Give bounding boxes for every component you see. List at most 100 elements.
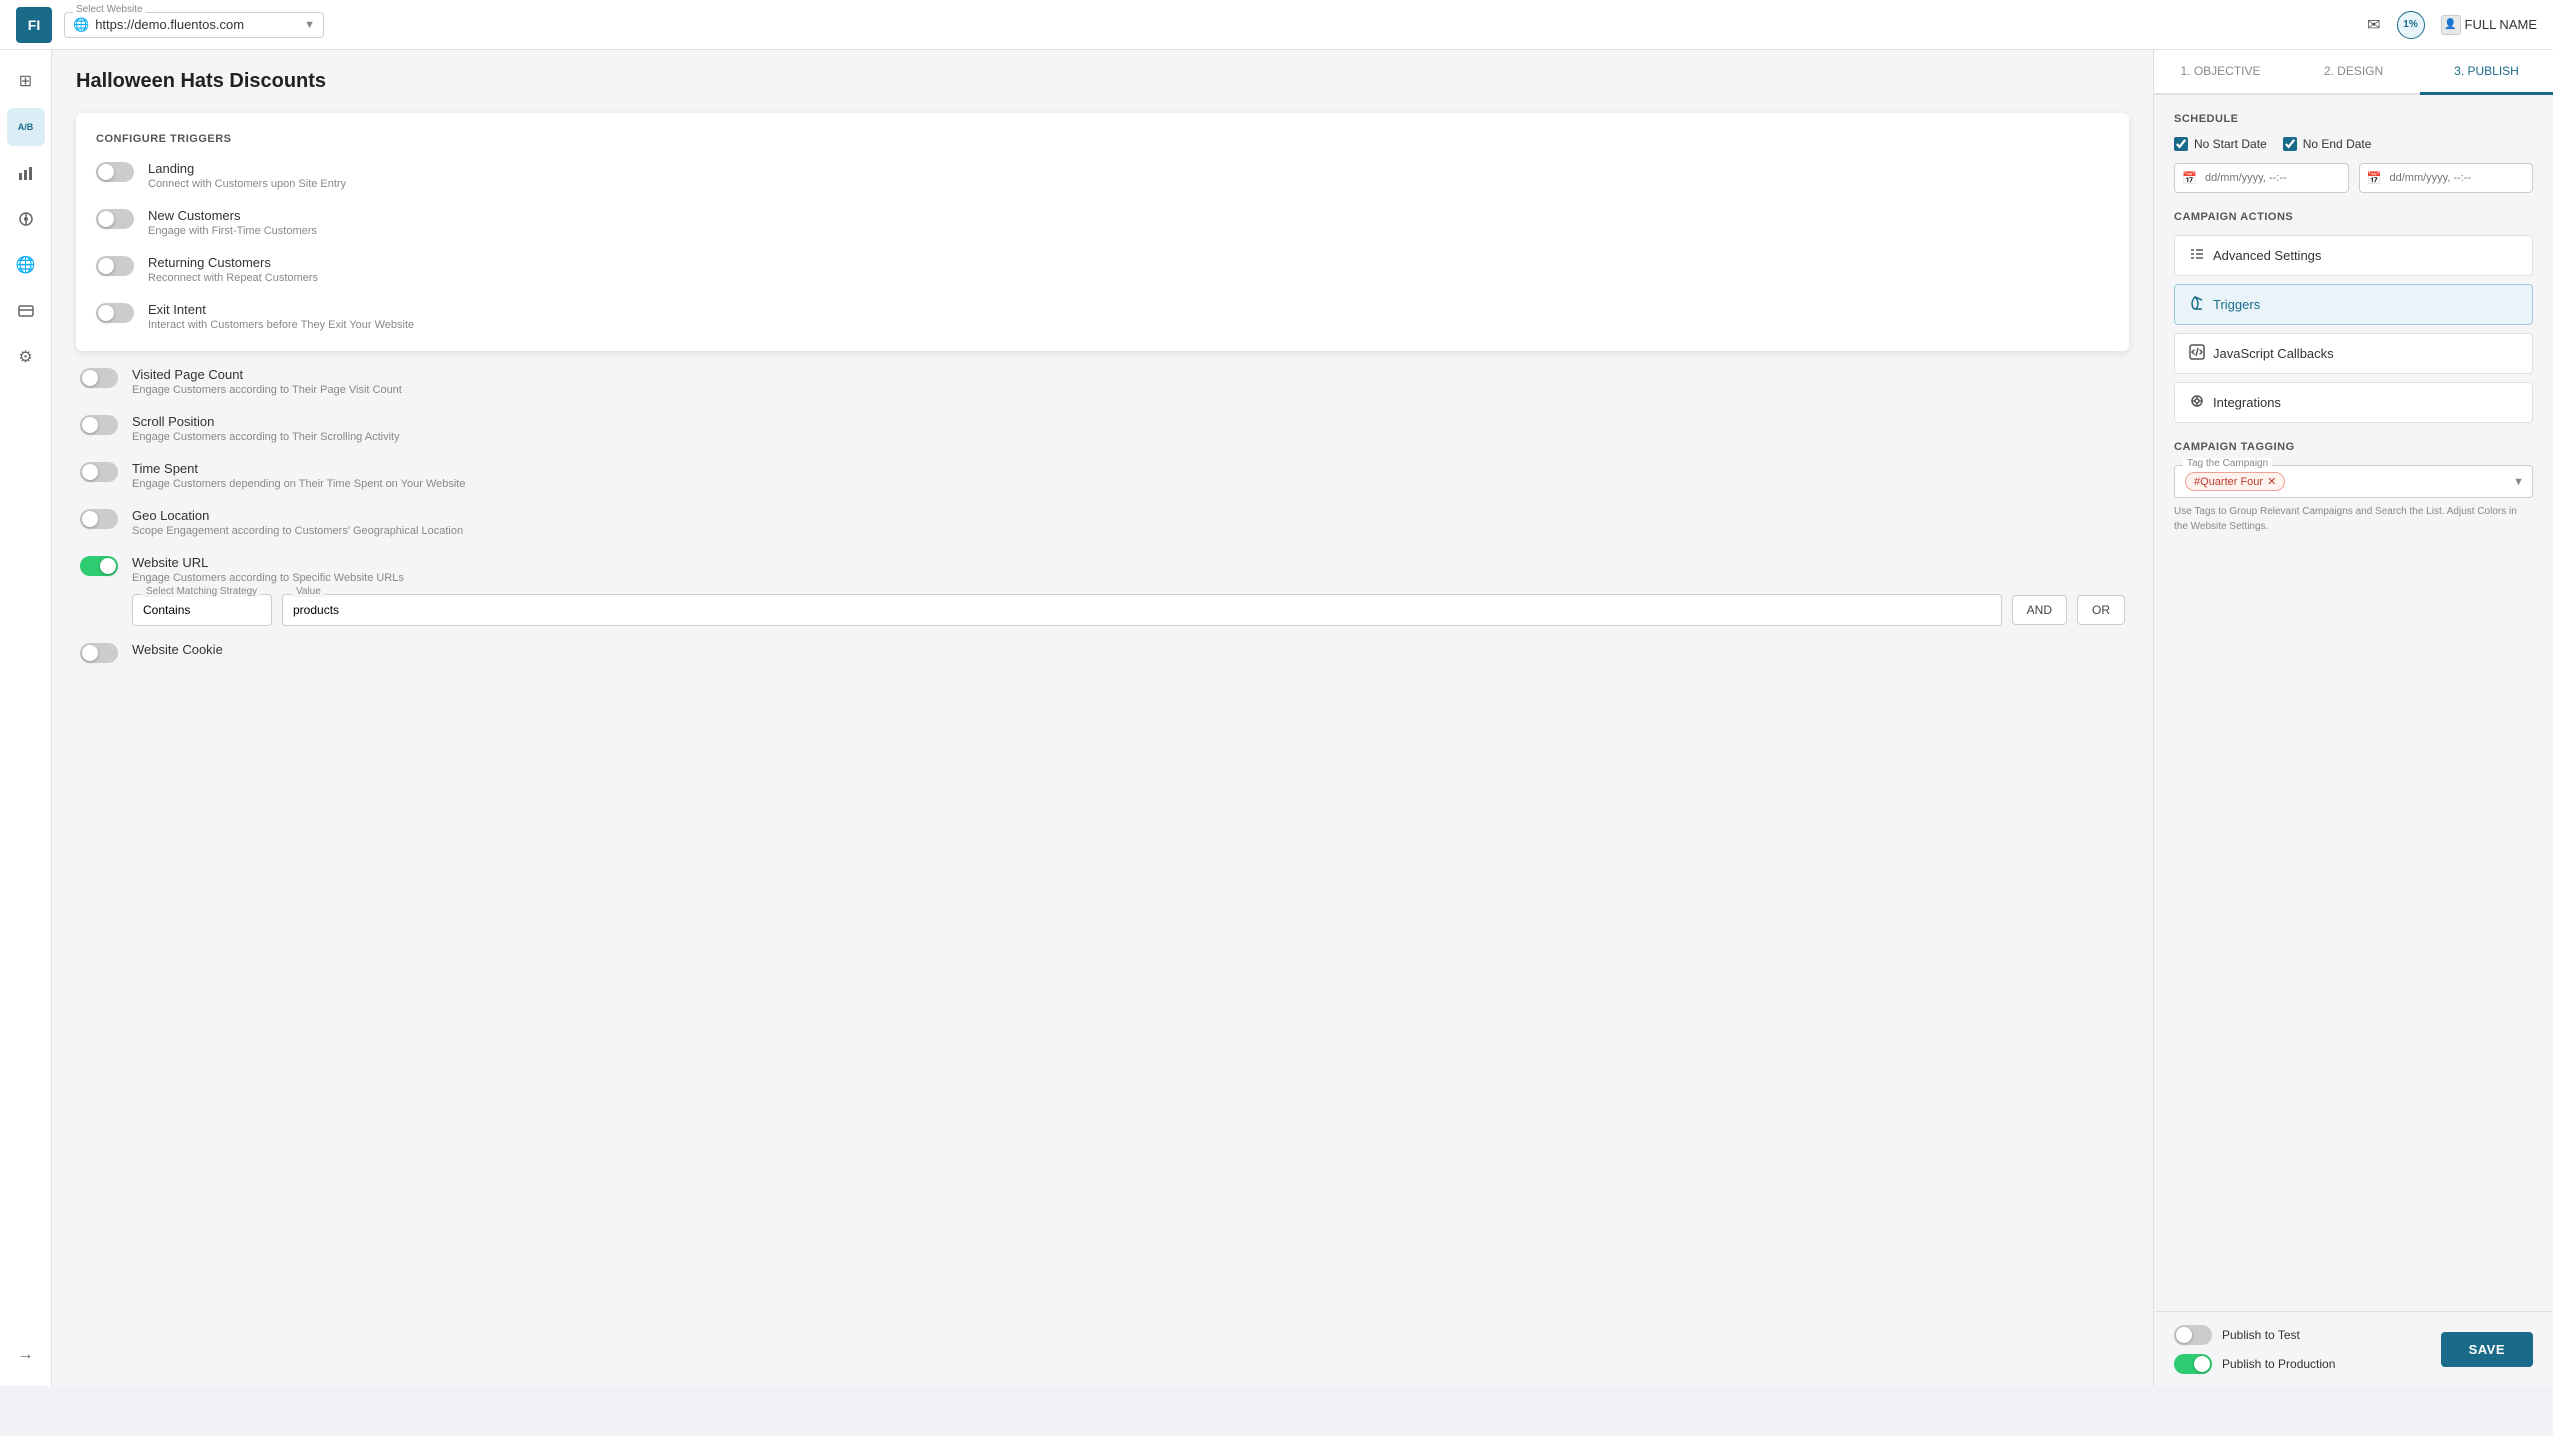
triggers-label: Triggers (2213, 297, 2260, 312)
and-button[interactable]: AND (2012, 595, 2067, 625)
trigger-website-url: Website URL Engage Customers according t… (80, 555, 2125, 626)
no-start-date-checkbox[interactable] (2174, 137, 2188, 151)
landing-toggle[interactable] (96, 162, 134, 182)
website-cookie-text: Website Cookie (132, 642, 223, 659)
tag-chevron: ▼ (2513, 476, 2524, 488)
sidebar-item-logout[interactable]: → (7, 1336, 45, 1374)
tab-design[interactable]: 2. DESIGN (2287, 50, 2420, 95)
website-select-wrapper[interactable]: Select Website 🌐 https://demo.fluentos.c… (64, 12, 324, 38)
returning-customers-desc: Reconnect with Repeat Customers (148, 272, 318, 284)
time-spent-text: Time Spent Engage Customers depending on… (132, 461, 465, 490)
geo-location-desc: Scope Engagement according to Customers'… (132, 525, 463, 537)
sidebar-item-settings[interactable]: ⚙ (7, 338, 45, 376)
campaign-actions-heading: CAMPAIGN ACTIONS (2174, 211, 2533, 223)
no-end-date-label[interactable]: No End Date (2283, 137, 2372, 151)
integrations-button[interactable]: Integrations (2174, 382, 2533, 423)
trigger-visited-page-count: Visited Page Count Engage Customers acco… (80, 367, 2125, 396)
landing-desc: Connect with Customers upon Site Entry (148, 178, 346, 190)
or-button[interactable]: OR (2077, 595, 2125, 625)
value-input[interactable] (282, 594, 2002, 626)
trigger-new-customers: New Customers Engage with First-Time Cus… (96, 208, 2109, 237)
scroll-position-label: Scroll Position (132, 414, 400, 429)
main-area: Halloween Hats Discounts CONFIGURE TRIGG… (52, 50, 2553, 1386)
website-url-slider (80, 556, 118, 576)
advanced-settings-icon (2189, 246, 2205, 265)
new-customers-slider (96, 209, 134, 229)
new-customers-toggle[interactable] (96, 209, 134, 229)
schedule-section: SCHEDULE No Start Date No End Date 📅 (2174, 113, 2533, 193)
sidebar-item-credit[interactable] (7, 292, 45, 330)
visited-page-count-slider (80, 368, 118, 388)
tag-remove-btn[interactable]: ✕ (2267, 475, 2276, 488)
tab-objective[interactable]: 1. OBJECTIVE (2154, 50, 2287, 95)
publish-to-production-item: Publish to Production (2174, 1353, 2335, 1374)
campaign-actions-section: CAMPAIGN ACTIONS Advanced Settings Trigg… (2174, 211, 2533, 423)
website-url-toggle[interactable] (80, 556, 118, 576)
visited-page-count-text: Visited Page Count Engage Customers acco… (132, 367, 402, 396)
publish-toggles: Publish to Test Publish to Production (2174, 1324, 2335, 1374)
scroll-position-toggle[interactable] (80, 415, 118, 435)
configure-triggers-card: CONFIGURE TRIGGERS Landing Connect with … (76, 113, 2129, 351)
publish-to-production-toggle[interactable] (2174, 1354, 2212, 1374)
exit-intent-text: Exit Intent Interact with Customers befo… (148, 302, 414, 331)
schedule-heading: SCHEDULE (2174, 113, 2533, 125)
no-start-date-label[interactable]: No Start Date (2174, 137, 2267, 151)
website-url-header: Website URL Engage Customers according t… (80, 555, 2125, 584)
website-cookie-toggle[interactable] (80, 643, 118, 663)
trigger-time-spent: Time Spent Engage Customers depending on… (80, 461, 2125, 490)
scroll-position-text: Scroll Position Engage Customers accordi… (132, 414, 400, 443)
returning-customers-toggle[interactable] (96, 256, 134, 276)
landing-text: Landing Connect with Customers upon Site… (148, 161, 346, 190)
visited-page-count-toggle[interactable] (80, 368, 118, 388)
strategy-select[interactable]: Contains Equals Starts With Ends With (132, 594, 272, 626)
tabs-bar: 1. OBJECTIVE 2. DESIGN 3. PUBLISH (2154, 50, 2553, 95)
save-button[interactable]: SAVE (2441, 1332, 2533, 1367)
returning-customers-label: Returning Customers (148, 255, 318, 270)
javascript-callbacks-label: JavaScript Callbacks (2213, 346, 2334, 361)
trigger-exit-intent: Exit Intent Interact with Customers befo… (96, 302, 2109, 331)
scroll-position-slider (80, 415, 118, 435)
publish-to-production-slider (2174, 1354, 2212, 1374)
no-end-date-checkbox[interactable] (2283, 137, 2297, 151)
website-cookie-label: Website Cookie (132, 642, 223, 657)
geo-location-text: Geo Location Scope Engagement according … (132, 508, 463, 537)
website-cookie-slider (80, 643, 118, 663)
sidebar-item-dashboard[interactable]: ⊞ (7, 62, 45, 100)
website-url-filter-row: Select Matching Strategy Contains Equals… (132, 594, 2125, 626)
user-name-label: FULL NAME (2465, 17, 2537, 32)
left-panel: Halloween Hats Discounts CONFIGURE TRIGG… (52, 50, 2153, 1386)
topbar-left: FI Select Website 🌐 https://demo.fluento… (16, 7, 324, 43)
tag-text: #Quarter Four (2194, 476, 2263, 488)
end-date-input[interactable] (2359, 163, 2534, 193)
no-start-date-text: No Start Date (2194, 137, 2267, 151)
time-spent-toggle[interactable] (80, 462, 118, 482)
sidebar-item-globe[interactable]: 🌐 (7, 246, 45, 284)
configure-triggers-heading: CONFIGURE TRIGGERS (96, 133, 2109, 145)
website-url-desc: Engage Customers according to Specific W… (132, 572, 404, 584)
tag-select-wrapper[interactable]: Tag the Campaign #Quarter Four ✕ ▼ (2174, 465, 2533, 498)
sidebar-item-analytics[interactable] (7, 154, 45, 192)
campaign-tagging-section: CAMPAIGN TAGGING Tag the Campaign #Quart… (2174, 441, 2533, 534)
publish-to-test-label: Publish to Test (2222, 1328, 2300, 1342)
sidebar-item-segments[interactable] (7, 200, 45, 238)
advanced-settings-button[interactable]: Advanced Settings (2174, 235, 2533, 276)
notification-button[interactable]: ✉ (2367, 15, 2380, 35)
integrations-label: Integrations (2213, 395, 2281, 410)
exit-intent-toggle[interactable] (96, 303, 134, 323)
campaign-title: Halloween Hats Discounts (76, 70, 2129, 93)
triggers-button[interactable]: Triggers (2174, 284, 2533, 325)
scroll-position-desc: Engage Customers according to Their Scro… (132, 431, 400, 443)
javascript-callbacks-button[interactable]: JavaScript Callbacks (2174, 333, 2533, 374)
start-cal-icon: 📅 (2182, 171, 2197, 185)
returning-customers-text: Returning Customers Reconnect with Repea… (148, 255, 318, 284)
no-end-date-text: No End Date (2303, 137, 2372, 151)
date-inputs: 📅 📅 (2174, 163, 2533, 193)
value-label: Value (292, 586, 325, 597)
start-date-input[interactable] (2174, 163, 2349, 193)
trigger-geo-location: Geo Location Scope Engagement according … (80, 508, 2125, 537)
sidebar-item-ab-test[interactable]: A/B (7, 108, 45, 146)
geo-location-toggle[interactable] (80, 509, 118, 529)
landing-label: Landing (148, 161, 346, 176)
tab-publish[interactable]: 3. PUBLISH (2420, 50, 2553, 95)
publish-to-test-toggle[interactable] (2174, 1325, 2212, 1345)
